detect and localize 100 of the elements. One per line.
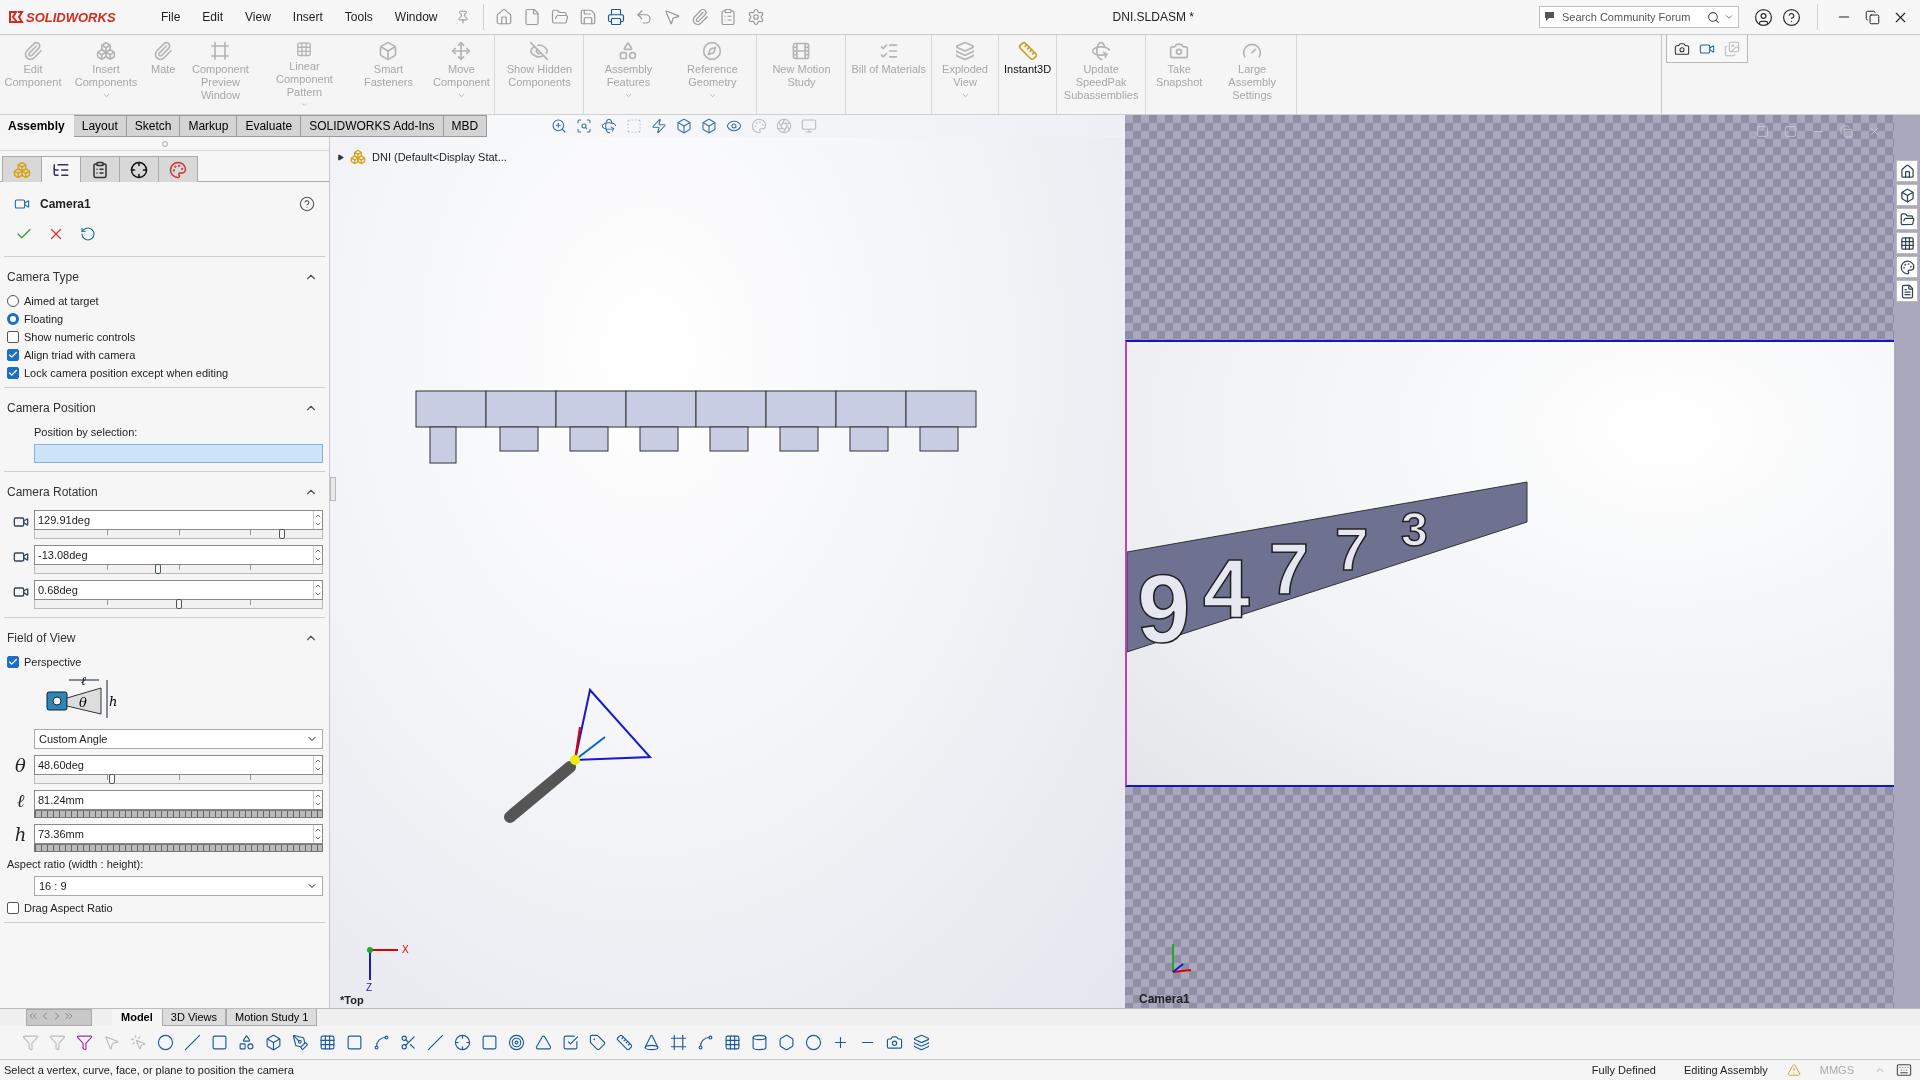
- hidden-eye-icon: [529, 41, 550, 61]
- slider-track[interactable]: [34, 565, 323, 574]
- spin-field[interactable]: 73.36mm: [34, 824, 323, 844]
- section-title: Camera Type: [7, 270, 80, 284]
- dropdown-value: 16 : 9: [39, 880, 67, 892]
- model-digit: 7: [1335, 516, 1369, 583]
- spin-field[interactable]: 81.24mm: [34, 790, 323, 810]
- field-label: Aspect ratio (width : height):: [7, 858, 145, 870]
- slider-track[interactable]: [34, 775, 323, 784]
- symbol-label: θ: [14, 755, 27, 777]
- thumbwheel[interactable]: [34, 810, 323, 818]
- ribbon-tab[interactable]: SOLIDWORKS Add-Ins: [301, 115, 444, 137]
- spin-arrows-icon[interactable]: [313, 756, 322, 774]
- spin-arrows-icon[interactable]: [313, 791, 322, 809]
- checkbox-option[interactable]: Drag Aspect Ratio: [7, 902, 323, 914]
- status-text: Fully Defined: [1590, 1064, 1657, 1076]
- radio-option[interactable]: Aimed at target: [7, 295, 323, 307]
- symbol-label: ℓ: [15, 790, 26, 812]
- command-button[interactable]: Instant3D: [1001, 37, 1055, 112]
- bottom-tab[interactable]: Motion Study 1: [226, 1009, 318, 1026]
- panel-tab[interactable]: [80, 156, 120, 182]
- ribbon-tab[interactable]: MBD: [443, 115, 488, 137]
- spin-field[interactable]: 129.91deg: [34, 510, 323, 530]
- app-logo: SOLIDWORKS: [26, 9, 116, 25]
- caret-icon[interactable]: [1724, 12, 1734, 22]
- logo-icon: [8, 10, 24, 24]
- menu-item[interactable]: Tools: [335, 10, 382, 24]
- slider-track[interactable]: [34, 600, 323, 609]
- selection-field[interactable]: [34, 444, 323, 463]
- document-title: DNI.SLDASM *: [1111, 10, 1195, 24]
- triad-icon: [367, 947, 399, 981]
- panel-tab[interactable]: [41, 156, 81, 182]
- ribbon-tab[interactable]: Markup: [180, 115, 238, 137]
- task-pane-icon[interactable]: [1896, 280, 1918, 302]
- ribbon-tab[interactable]: Evaluate: [237, 115, 302, 137]
- panel-collapse-handle[interactable]: [330, 477, 336, 501]
- assembly-icon: [13, 160, 31, 179]
- symbol-label: h: [13, 824, 28, 846]
- section-title: Camera Position: [7, 401, 97, 415]
- menu-item[interactable]: File: [152, 10, 190, 24]
- axis-label: Z: [366, 982, 373, 993]
- menu-item[interactable]: Window: [385, 10, 447, 24]
- search-placeholder: Search Community Forum: [1562, 11, 1691, 23]
- checkbox-option[interactable]: Perspective: [7, 656, 323, 668]
- model-digit: 7: [1269, 529, 1310, 609]
- checkbox-option[interactable]: Lock camera position except when editing: [7, 367, 323, 379]
- features-icon: [618, 41, 639, 61]
- spin-field[interactable]: 0.68deg: [34, 580, 323, 600]
- task-pane-icon[interactable]: [1896, 232, 1918, 254]
- search-field[interactable]: Search Community Forum: [1539, 6, 1739, 28]
- dropdown[interactable]: 16 : 9: [34, 876, 323, 896]
- tree-item[interactable]: DNI (Default<Display Stat...: [372, 151, 507, 163]
- panel-tab[interactable]: [119, 156, 159, 182]
- menu-item[interactable]: View: [236, 10, 280, 24]
- radio-option[interactable]: Floating: [7, 313, 323, 325]
- configuration-icon: [91, 160, 109, 179]
- checkbox-option[interactable]: Align triad with camera: [7, 349, 323, 361]
- table-icon: [878, 41, 899, 61]
- task-pane-icon[interactable]: [1896, 208, 1918, 230]
- panel-title: Camera1: [40, 197, 92, 211]
- status-text: Editing Assembly: [1683, 1064, 1769, 1076]
- task-pane-icon[interactable]: [1896, 184, 1918, 206]
- color-wheel-icon: [169, 160, 187, 179]
- field-of-view-diagram: ℓ θ h: [45, 674, 121, 720]
- bottom-tab[interactable]: Model: [112, 1009, 162, 1026]
- dropdown[interactable]: Custom Angle: [34, 729, 323, 749]
- slider-thumb[interactable]: [278, 529, 285, 539]
- camera-icon: [1169, 41, 1190, 61]
- dropdown-value: Custom Angle: [39, 733, 108, 745]
- status-message: Select a vertex, curve, face, or plane to position the camera: [4, 1064, 294, 1076]
- menu-item[interactable]: Insert: [283, 10, 332, 24]
- crosshair-icon: [130, 160, 148, 179]
- spin-arrows-icon[interactable]: [313, 581, 322, 599]
- gauge-icon: [1242, 41, 1263, 61]
- paperclip-icon: [153, 41, 174, 61]
- components-icon: [96, 41, 116, 61]
- slider-thumb[interactable]: [155, 564, 162, 574]
- thumbwheel[interactable]: [34, 844, 323, 852]
- menu-item[interactable]: Edit: [193, 10, 233, 24]
- ribbon-tab[interactable]: Assembly: [0, 115, 74, 137]
- task-pane-icon[interactable]: [1896, 256, 1918, 278]
- camera-view-label: Camera1: [1139, 992, 1190, 1006]
- spin-field[interactable]: 48.60deg: [34, 755, 323, 775]
- ribbon-tab[interactable]: Sketch: [126, 115, 181, 137]
- task-pane-icon[interactable]: [1896, 160, 1918, 182]
- slider-thumb[interactable]: [109, 774, 116, 784]
- spin-field[interactable]: -13.08deg: [34, 545, 323, 565]
- search-icon[interactable]: [1707, 10, 1720, 24]
- section-title: Camera Rotation: [7, 485, 99, 499]
- slider-track[interactable]: [34, 530, 323, 539]
- ribbon-tab[interactable]: Layout: [73, 115, 127, 137]
- checkbox-option[interactable]: Show numeric controls: [7, 331, 323, 343]
- spin-arrows-icon[interactable]: [313, 511, 322, 529]
- field-label: Position by selection:: [33, 426, 139, 438]
- spin-arrows-icon[interactable]: [313, 546, 322, 564]
- bottom-tab[interactable]: 3D Views: [161, 1009, 227, 1026]
- spin-arrows-icon[interactable]: [313, 825, 322, 843]
- assembly-icon: [350, 149, 366, 165]
- section-title: Field of View: [7, 631, 77, 645]
- slider-thumb[interactable]: [175, 599, 182, 609]
